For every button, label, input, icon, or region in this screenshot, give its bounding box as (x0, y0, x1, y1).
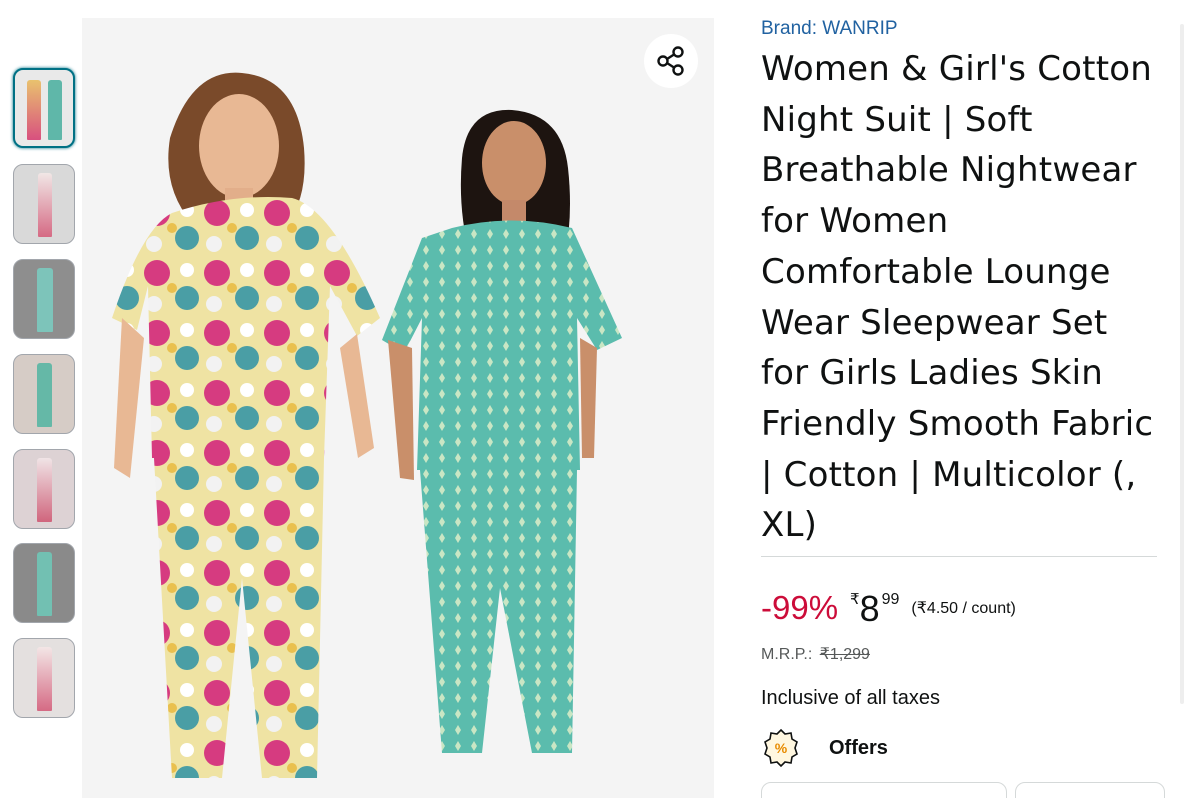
currency-symbol: ₹ (850, 591, 860, 608)
product-illustration (112, 72, 622, 778)
price-fraction: 99 (881, 591, 900, 608)
thumb-figure (37, 647, 52, 711)
thumbnail-floral-pose[interactable] (13, 449, 75, 529)
offer-card[interactable] (1015, 782, 1165, 798)
thumbnail-teal-side[interactable] (13, 543, 75, 623)
thumb-figure (27, 80, 41, 140)
offer-card[interactable] (761, 782, 1007, 798)
thumb-figure (38, 173, 52, 237)
mrp-value: ₹1,299 (819, 646, 870, 663)
section-divider (761, 556, 1157, 557)
thumbnail-floral-full[interactable] (13, 638, 75, 718)
thumb-figure (37, 268, 53, 332)
offers-label: Offers (829, 736, 888, 759)
thumbnail-both-models[interactable] (13, 68, 75, 148)
thumbnail-teal-front[interactable] (13, 354, 75, 434)
main-product-image[interactable] (82, 18, 714, 798)
percent-badge-icon: % (764, 728, 798, 768)
mrp-line: M.R.P.: ₹1,299 (761, 644, 870, 664)
unit-price: (₹4.50 / count) (911, 600, 1016, 617)
thumb-figure (37, 458, 52, 522)
thumbnail-floral-front[interactable] (13, 164, 75, 244)
offers-header: % Offers (761, 728, 888, 768)
price-block: -99% ₹ 8 99 (₹4.50 / count) (761, 586, 1016, 636)
model-teal (382, 109, 622, 753)
share-button[interactable] (644, 34, 698, 88)
thumbnail-teal-gray-bg[interactable] (13, 259, 75, 339)
thumb-figure (37, 363, 52, 427)
share-icon (657, 46, 684, 76)
product-title: Women & Girl's Cotton Night Suit | Soft … (761, 49, 1154, 546)
thumb-figure (37, 552, 52, 616)
taxes-note: Inclusive of all taxes (761, 687, 940, 709)
thumb-figure (48, 80, 62, 140)
brand-link[interactable]: Brand: WANRIP (761, 18, 1161, 40)
mrp-label: M.R.P.: (761, 646, 813, 663)
model-floral (112, 72, 380, 778)
page-scrollbar[interactable] (1180, 24, 1184, 704)
price-whole: 8 (859, 588, 880, 629)
product-details: Brand: WANRIP Women & Girl's Cotton Nigh… (761, 18, 1161, 551)
current-price: ₹ 8 99 (850, 586, 899, 632)
discount-percentage: -99% (761, 589, 839, 626)
svg-text:%: % (775, 740, 788, 756)
